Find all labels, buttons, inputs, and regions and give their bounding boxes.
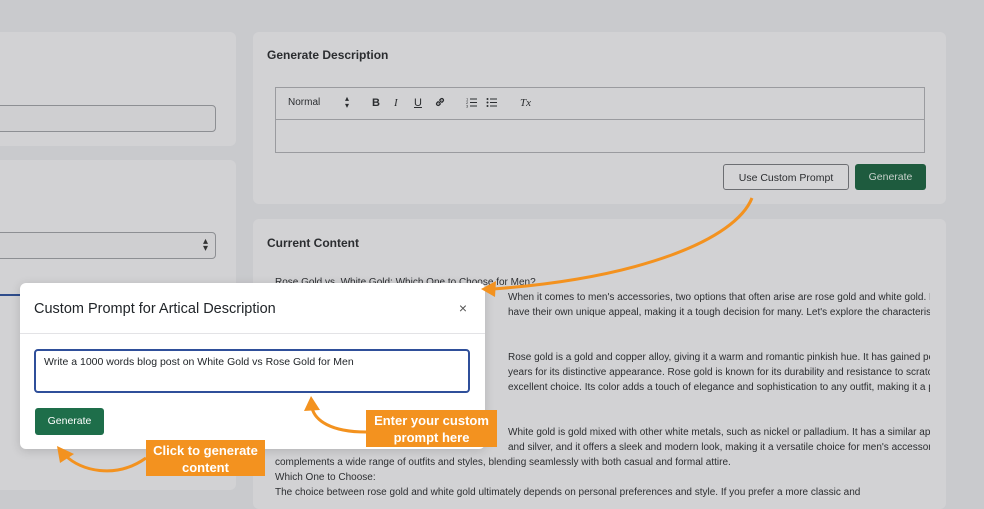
generate-hint-callout: Click to generate content xyxy=(146,440,265,476)
arrow-head-1 xyxy=(481,281,496,297)
arrow-to-modal xyxy=(492,197,754,291)
arrow-to-input xyxy=(310,407,367,434)
arrow-to-generate xyxy=(64,454,147,473)
arrow-head-2 xyxy=(304,396,320,411)
prompt-hint-callout: Enter your custom prompt here xyxy=(366,410,497,447)
